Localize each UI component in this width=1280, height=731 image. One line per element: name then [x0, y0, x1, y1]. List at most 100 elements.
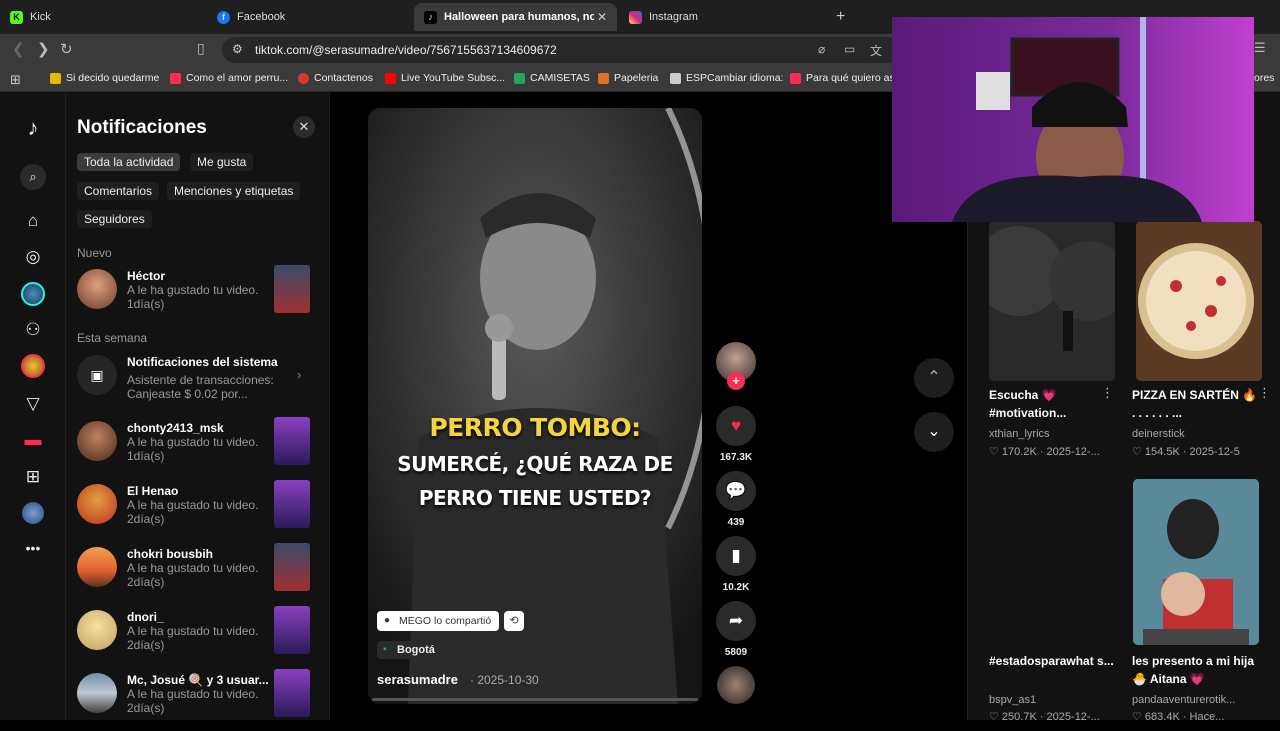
new-tab-button[interactable]: + — [826, 3, 850, 31]
section-week-label: Esta semana — [77, 331, 148, 345]
url-field[interactable]: ⚙ tiktok.com/@serasumadre/video/75671556… — [222, 37, 902, 63]
follow-plus-icon[interactable]: + — [727, 372, 745, 390]
filter-comments[interactable]: Comentarios — [77, 182, 160, 200]
apps-menu-icon[interactable]: ☰ — [1254, 40, 1266, 56]
notification-name: chonty2413_msk — [127, 421, 224, 435]
youtube-icon — [385, 72, 396, 84]
notification-item[interactable]: dnori_ A le ha gustado tu video. 2día(s) — [77, 606, 312, 668]
more-options-icon[interactable]: ⋮ — [1258, 385, 1271, 401]
bookmark-star-icon[interactable]: ▯ — [197, 40, 205, 57]
search-icon[interactable]: ⌕ — [20, 164, 46, 190]
filter-all-activity[interactable]: Toda la actividad — [77, 153, 181, 171]
avatar[interactable] — [77, 547, 117, 587]
bookmark-item[interactable]: Si decido quedarme — [50, 72, 159, 84]
notification-item[interactable]: chokri bousbih A le ha gustado tu video.… — [77, 543, 312, 605]
video-author[interactable]: xthian_lyrics — [989, 428, 1050, 440]
url-text: tiktok.com/@serasumadre/video/7567155637… — [255, 43, 557, 57]
previous-video-button[interactable]: ⌃ — [914, 358, 954, 398]
bookmark-item[interactable]: Live YouTube Subsc... — [385, 72, 505, 84]
close-icon[interactable]: ✕ — [293, 116, 315, 138]
video-author[interactable]: deinerstick — [1132, 428, 1185, 440]
bookmark-item[interactable]: Para qué quiero asp — [790, 72, 901, 84]
repost-icon[interactable]: ⟲ — [504, 611, 524, 631]
save-button[interactable]: ▮ 10.2K — [714, 536, 758, 593]
bookmark-item[interactable]: CAMISETAS — [514, 72, 590, 84]
share-button[interactable]: ➦ 5809 — [714, 601, 758, 658]
avatar[interactable] — [77, 610, 117, 650]
video-thumbnail[interactable] — [274, 543, 310, 591]
tab-facebook[interactable]: f Facebook — [207, 3, 412, 31]
creator-avatar[interactable]: + — [714, 342, 758, 390]
bookmark-item[interactable]: ESPCambiar idioma: — [670, 72, 783, 84]
shared-by-badge[interactable]: ● MEGO lo compartió — [377, 611, 500, 631]
tiktok-logo-icon[interactable]: ♪ — [21, 115, 45, 140]
avatar[interactable] — [77, 269, 117, 309]
video-thumbnail[interactable] — [274, 265, 310, 313]
cast-icon[interactable]: ⌀ — [818, 42, 825, 56]
video-title[interactable]: PIZZA EN SARTÉN 🔥 . . . . . . ... — [1132, 386, 1260, 422]
bookmark-item[interactable]: Papeleria — [598, 72, 658, 84]
tab-instagram[interactable]: Instagram — [619, 3, 824, 31]
close-tab-icon[interactable]: ✕ — [597, 10, 607, 24]
video-thumbnail[interactable] — [1133, 479, 1259, 645]
notification-item[interactable]: Héctor A le ha gustado tu video. 1día(s) — [77, 265, 312, 327]
notification-item[interactable]: Mc, Josué 🍭 y 3 usuar... A le ha gustado… — [77, 669, 312, 731]
avatar[interactable] — [77, 673, 117, 713]
video-author[interactable]: serasumadre — [377, 672, 458, 687]
avatar[interactable] — [77, 484, 117, 524]
filter-mentions[interactable]: Menciones y etiquetas — [167, 182, 301, 200]
bookmark-icon — [790, 72, 801, 84]
video-thumbnail[interactable] — [274, 417, 310, 465]
back-icon[interactable]: ❮ — [12, 40, 25, 58]
filter-likes[interactable]: Me gusta — [190, 153, 254, 171]
bookmark-item[interactable]: Como el amor perru... — [170, 72, 288, 84]
video-progress-bar[interactable] — [372, 698, 698, 701]
notification-item-system[interactable]: ▣ Notificaciones del sistema Asistente d… — [77, 355, 312, 413]
forward-icon[interactable]: ❯ — [37, 40, 50, 58]
tab-tiktok-video[interactable]: ♪ Halloween para humanos, no pa ✕ — [414, 3, 617, 31]
video-thumbnail[interactable] — [989, 479, 1115, 639]
more-options-icon[interactable]: ⋮ — [1101, 385, 1114, 401]
avatar[interactable] — [77, 421, 117, 461]
translate-icon[interactable]: ⽂ — [870, 42, 882, 59]
like-button[interactable]: ♥ 167.3K — [714, 406, 758, 463]
more-icon[interactable]: ••• — [21, 536, 45, 560]
bookmark-label: ESPCambiar idioma: — [686, 72, 784, 84]
video-thumbnail[interactable] — [274, 480, 310, 528]
video-thumbnail[interactable] — [274, 606, 310, 654]
site-settings-icon[interactable]: ⚙ — [232, 42, 243, 56]
video-thumbnail[interactable] — [989, 221, 1115, 381]
messages-icon[interactable]: ▬ — [21, 428, 45, 452]
video-author[interactable]: pandaaventurerotik... — [1132, 694, 1235, 706]
filter-followers[interactable]: Seguidores — [77, 210, 152, 228]
video-thumbnail[interactable] — [274, 669, 310, 717]
comment-button[interactable]: 💬 439 — [714, 471, 758, 528]
explore-icon[interactable]: ◎ — [21, 245, 45, 269]
location-tag[interactable]: ▪ Bogotá — [377, 641, 441, 659]
video-author[interactable]: bspv_as1 — [989, 694, 1036, 706]
upload-icon[interactable]: ⊞ — [21, 465, 45, 489]
notification-item[interactable]: El Henao A le ha gustado tu video. 2día(… — [77, 480, 312, 542]
caption-line-1: PERRO TOMBO: — [429, 413, 641, 442]
inbox-icon[interactable]: ▽ — [21, 392, 45, 416]
live-avatar-icon[interactable] — [21, 282, 45, 306]
video-title[interactable]: #estadosparawhat s... — [989, 652, 1117, 670]
following-icon[interactable]: ⚇ — [21, 318, 45, 342]
sound-disc[interactable] — [714, 666, 758, 704]
screen-icon[interactable]: ▭ — [844, 42, 855, 56]
notification-item[interactable]: chonty2413_msk A le ha gustado tu video.… — [77, 417, 312, 479]
next-video-button[interactable]: ⌄ — [914, 412, 954, 452]
video-title[interactable]: les presento a mi hija 🐣 Aitana 💗 — [1132, 652, 1260, 688]
home-icon[interactable]: ⌂ — [21, 209, 45, 233]
apps-grid-icon[interactable]: ⊞ — [10, 72, 21, 88]
notification-desc: A le ha gustado tu video. — [127, 435, 259, 449]
tab-kick[interactable]: K Kick — [0, 3, 205, 31]
video-player[interactable]: PERRO TOMBO: SUMERCÉ, ¿QUÉ RAZA DE PERRO… — [368, 108, 702, 704]
video-thumbnail[interactable] — [1136, 221, 1262, 381]
profile-avatar[interactable] — [22, 502, 44, 524]
bookmark-item[interactable]: ores — [1254, 72, 1274, 84]
reload-icon[interactable]: ↻ — [60, 40, 73, 58]
bookmark-item[interactable]: Contactenos — [298, 72, 373, 84]
video-title[interactable]: Escucha 💗 #motivation... — [989, 386, 1117, 422]
live-icon[interactable] — [21, 354, 45, 378]
